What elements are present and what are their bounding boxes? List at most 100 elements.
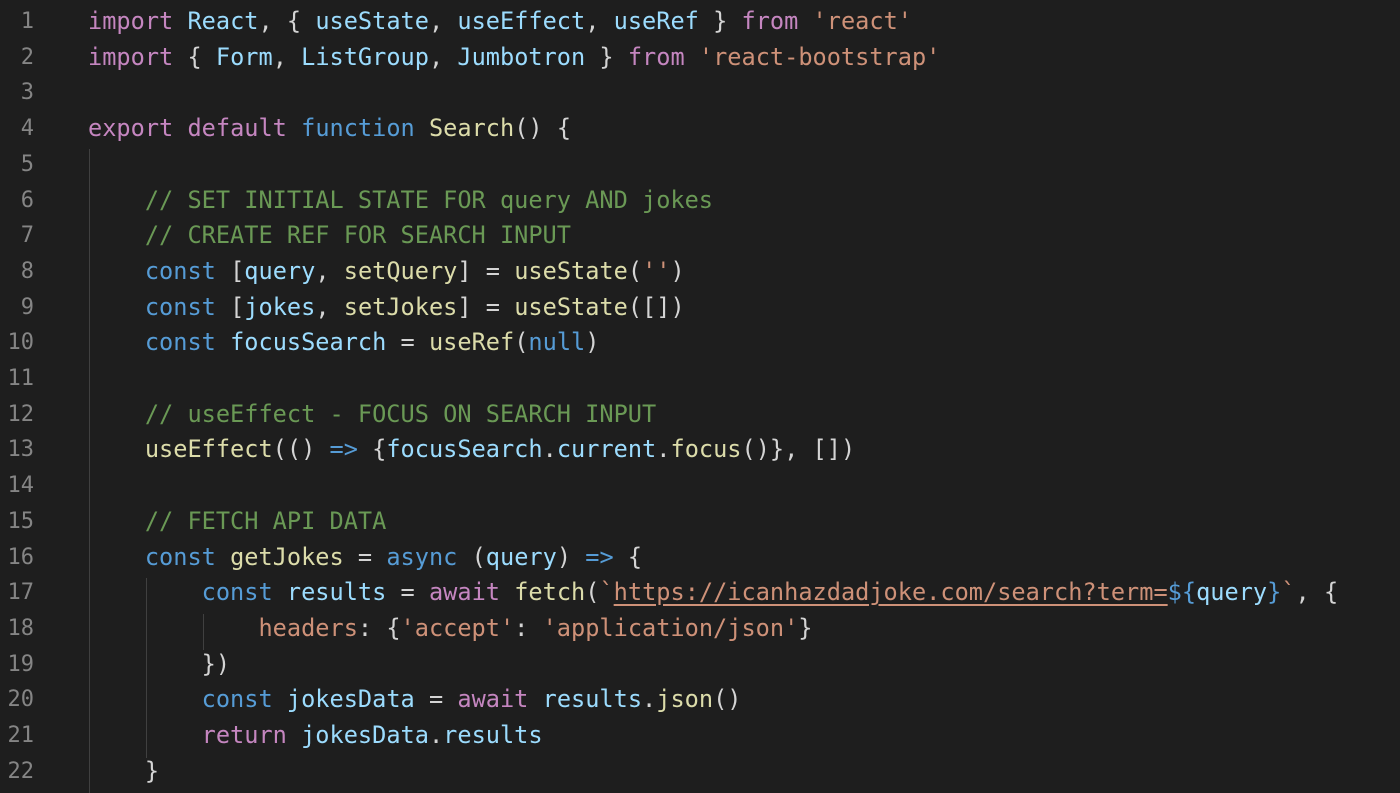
code-line[interactable]: 22 } xyxy=(0,754,1400,790)
code-token: await xyxy=(428,578,500,607)
code-token: . xyxy=(656,435,671,464)
line-number: 15 xyxy=(7,508,35,534)
line-code: // CREATE REF FOR SEARCH INPUT xyxy=(88,218,571,254)
code-token: from xyxy=(627,42,685,71)
code-token: https://icanhazdadjoke.com/search?term= xyxy=(613,578,1168,607)
code-token: ] = xyxy=(457,292,515,321)
line-code: const getJokes = async (query) => { xyxy=(88,540,642,576)
code-line[interactable]: 9 const [jokes, setJokes] = useState([]) xyxy=(0,290,1400,326)
code-token: focus xyxy=(670,435,742,464)
line-code: headers: {'accept': 'application/json'} xyxy=(88,611,813,647)
code-line[interactable]: 19 }) xyxy=(0,647,1400,683)
code-line[interactable]: 15 // FETCH API DATA xyxy=(0,504,1400,540)
line-number: 7 xyxy=(20,223,34,249)
code-line[interactable]: 1 import React, { useState, useEffect, us… xyxy=(0,4,1400,40)
line-number: 20 xyxy=(7,687,35,713)
code-token: , xyxy=(585,7,614,35)
code-token: = xyxy=(343,542,387,571)
code-token: } xyxy=(698,7,742,35)
code-token: '' xyxy=(642,256,671,285)
code-token: } xyxy=(798,613,813,642)
code-token: async xyxy=(386,542,458,571)
code-token: return xyxy=(201,721,287,749)
code-line[interactable]: 3 xyxy=(0,75,1400,111)
code-token: const xyxy=(144,542,216,571)
code-line[interactable]: 21 return jokesData.results xyxy=(0,718,1400,754)
code-token: , xyxy=(315,256,344,285)
line-number: 16 xyxy=(7,544,35,570)
code-line[interactable]: 2 import { Form, ListGroup, Jumbotron } f… xyxy=(0,40,1400,76)
code-line[interactable]: 4 export default function Search() { xyxy=(0,111,1400,147)
code-line[interactable]: 18 headers: {'accept': 'application/json… xyxy=(0,611,1400,647)
code-token: getJokes xyxy=(230,542,344,571)
code-token: useRef xyxy=(613,7,699,35)
code-line[interactable]: 13 useEffect(() => {focusSearch.current.… xyxy=(0,432,1400,468)
code-token: () xyxy=(713,685,742,714)
line-number: 13 xyxy=(7,437,35,463)
code-token: const xyxy=(201,685,273,714)
code-line[interactable]: 17 const results = await fetch(`https://… xyxy=(0,575,1400,611)
code-token: focusSearch xyxy=(386,435,543,464)
code-token: ${ xyxy=(1167,578,1197,607)
code-line[interactable]: 14 xyxy=(0,468,1400,504)
code-token: setQuery xyxy=(343,256,458,285)
code-token: { xyxy=(357,435,387,464)
code-line[interactable]: 16 const getJokes = async (query) => { xyxy=(0,540,1400,576)
code-token: [ xyxy=(215,256,245,285)
line-number: 18 xyxy=(7,615,35,641)
code-line[interactable]: 5 xyxy=(0,147,1400,183)
code-line[interactable]: 10 const focusSearch = useRef(null) xyxy=(0,325,1400,361)
code-token: // FETCH API DATA xyxy=(144,506,387,535)
code-token: . xyxy=(642,685,657,714)
code-token: 'react-bootstrap' xyxy=(698,42,941,71)
code-token: : xyxy=(514,613,543,642)
code-token: ` xyxy=(1281,578,1296,607)
code-token: // useEffect - FOCUS ON SEARCH INPUT xyxy=(144,399,657,428)
code-token: => xyxy=(329,435,358,464)
code-line[interactable]: 12 // useEffect - FOCUS ON SEARCH INPUT xyxy=(0,397,1400,433)
code-token: // SET INITIAL STATE FOR query AND jokes xyxy=(144,185,714,214)
code-line[interactable]: 11 xyxy=(0,361,1400,397)
code-token: useEffect xyxy=(144,435,273,464)
line-code: export default function Search() { xyxy=(88,111,571,147)
code-line[interactable]: 8 const [query, setQuery] = useState('') xyxy=(0,254,1400,290)
code-line[interactable]: 20 const jokesData = await results.json(… xyxy=(0,682,1400,718)
code-token: useState xyxy=(514,256,628,285)
code-token: current xyxy=(556,435,657,464)
code-token: setJokes xyxy=(343,292,458,321)
code-line[interactable]: 6 // SET INITIAL STATE FOR query AND jok… xyxy=(0,183,1400,219)
code-token: const xyxy=(144,292,216,321)
line-number: 6 xyxy=(20,187,34,213)
code-editor[interactable]: 1 import React, { useState, useEffect, us… xyxy=(0,4,1400,793)
line-code: const results = await fetch(`https://ica… xyxy=(88,575,1339,611)
code-token: , { xyxy=(258,7,316,35)
line-code: const [jokes, setJokes] = useState([]) xyxy=(88,290,685,326)
code-token: 'application/json' xyxy=(542,613,799,642)
code-token: useEffect xyxy=(457,7,586,35)
code-token: ( xyxy=(627,256,643,285)
code-token: => xyxy=(585,542,614,571)
code-token: } xyxy=(88,756,160,785)
code-line[interactable]: 7 // CREATE REF FOR SEARCH INPUT xyxy=(0,218,1400,254)
code-token: . xyxy=(428,721,444,749)
code-token: default xyxy=(187,114,287,143)
line-number: 9 xyxy=(20,294,34,320)
code-token: results xyxy=(542,685,643,714)
line-number: 3 xyxy=(20,80,34,106)
code-token: jokesData xyxy=(286,685,415,714)
line-number: 5 xyxy=(20,151,34,177)
code-token: ] = xyxy=(457,256,515,285)
